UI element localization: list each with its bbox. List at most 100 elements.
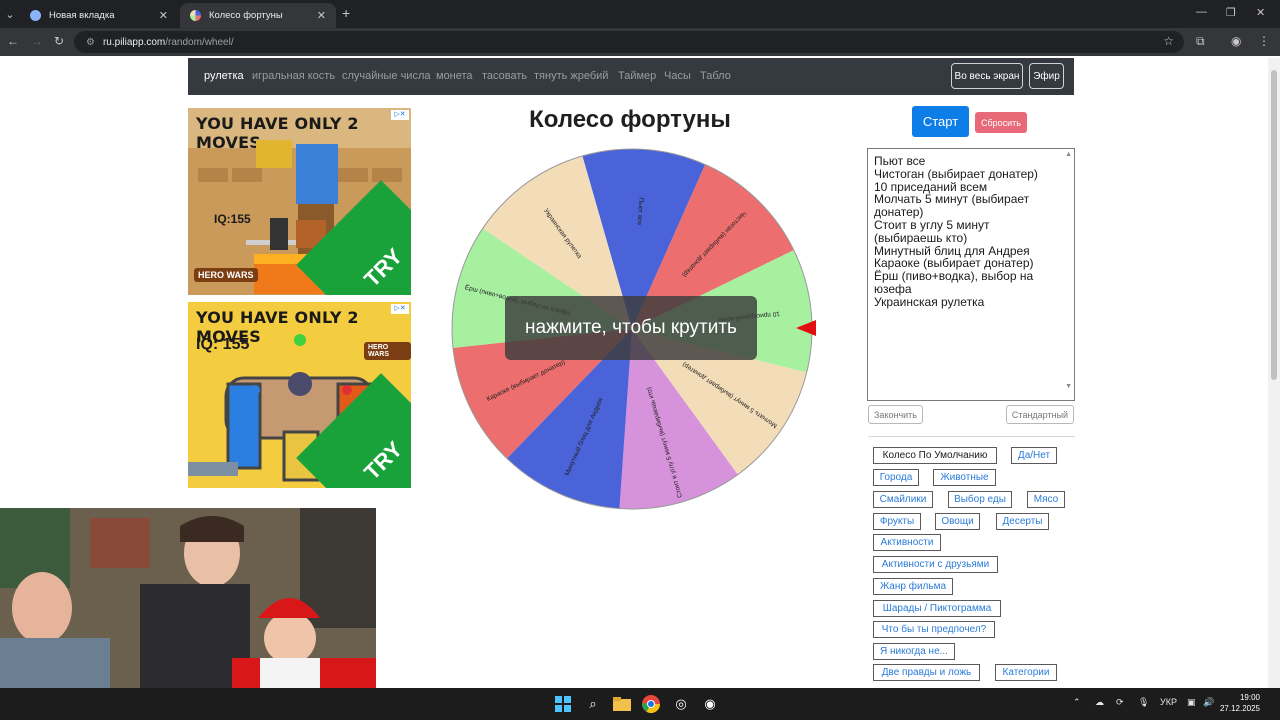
nav-item-clock[interactable]: Часы xyxy=(664,70,691,82)
fullscreen-button[interactable]: Во весь экран xyxy=(951,63,1023,89)
clock-time: 19:00 xyxy=(1239,693,1260,702)
standard-button[interactable]: Стандартный xyxy=(1006,405,1074,424)
reset-button[interactable]: Сбросить xyxy=(975,112,1027,133)
tab-title: Новая вкладка xyxy=(49,10,115,21)
webcam-overlay xyxy=(0,508,376,688)
back-icon[interactable]: ← xyxy=(7,34,19,48)
forward-icon[interactable]: → xyxy=(31,34,43,48)
spin-prompt[interactable]: нажмите, чтобы крутить xyxy=(505,296,757,360)
entry-line: Чистоган (выбирает донатер) xyxy=(874,166,1038,181)
chrome-icon[interactable] xyxy=(641,694,661,714)
ad-logo: HERO WARS xyxy=(194,268,258,282)
scrollbar-thumb[interactable] xyxy=(1271,70,1277,380)
minimize-icon[interactable]: — xyxy=(1196,6,1207,18)
preset-button[interactable]: Колесо По Умолчанию xyxy=(873,447,997,464)
file-explorer-icon[interactable] xyxy=(612,694,632,714)
address-bar-row: ← → ↻ ⚙ ru.piliapp.com/random/wheel/ ☆ ⧉… xyxy=(0,28,1280,56)
ad-iq: IQ:155 xyxy=(214,212,251,226)
site-info-icon[interactable]: ⚙ xyxy=(86,37,95,48)
tab-new-tab[interactable]: Новая вкладка ✕ xyxy=(20,3,178,28)
windows-start-icon[interactable] xyxy=(553,694,573,714)
microphone-icon[interactable]: 🎙 xyxy=(1138,697,1149,708)
nav-item-random-numbers[interactable]: случайные числа xyxy=(342,70,430,82)
preset-button[interactable]: Категории xyxy=(995,664,1057,681)
start-button[interactable]: Старт xyxy=(912,106,969,137)
piliapp-icon xyxy=(190,10,201,21)
ad-banner-1[interactable]: ▷✕ YOU HAVE ONLY 2 MOVES IQ:155 HERO WAR… xyxy=(188,108,411,295)
preset-button[interactable]: Активности с друзьями xyxy=(873,556,998,573)
new-tab-icon[interactable]: + xyxy=(342,5,350,21)
volume-icon[interactable]: 🔊 xyxy=(1203,697,1214,708)
network-icon[interactable]: ▣ xyxy=(1187,697,1196,708)
wheel-title: Колесо фортуны xyxy=(529,106,731,133)
ad-banner-2[interactable]: ▷✕ YOU HAVE ONLY 2 MOVES IQ: 155 HERO WA… xyxy=(188,302,411,488)
obs-icon[interactable]: ◉ xyxy=(700,694,720,714)
nav-item-roulette[interactable]: рулетка xyxy=(204,70,244,82)
entry-line: (выбираешь кто) xyxy=(874,230,968,245)
ad-logo: HERO WARS xyxy=(364,342,411,360)
ad-iq: IQ: 155 xyxy=(196,336,250,353)
reload-icon[interactable]: ↻ xyxy=(54,34,64,48)
preset-button[interactable]: Да/Нет xyxy=(1011,447,1057,464)
preset-button[interactable]: Мясо xyxy=(1027,491,1065,508)
page-scrollbar[interactable] xyxy=(1268,58,1280,688)
preset-button[interactable]: Жанр фильма xyxy=(873,578,953,595)
site-navbar: рулетка игральная кость случайные числа … xyxy=(188,58,1074,95)
tab-strip: ⌄ Новая вкладка ✕ Колесо фортуны ✕ + — ❐… xyxy=(0,0,1280,28)
entry-line: Пьют все xyxy=(874,154,926,168)
cloud-icon[interactable]: ☁ xyxy=(1095,697,1104,708)
entries-textarea[interactable]: Пьют все Чистоган (выбирает донатер) 10 пр… xyxy=(867,148,1075,401)
preset-button[interactable]: Фрукты xyxy=(873,513,921,530)
finish-button[interactable]: Закончить xyxy=(868,405,923,424)
taskbar: ⌕ ◎ ◉ ⌃ ☁ ⟳ 🎙 УКР ▣ 🔊 19:00 27.12.2025 xyxy=(0,688,1280,720)
globe-icon xyxy=(30,10,41,21)
nav-item-shuffle[interactable]: тасовать xyxy=(482,70,527,82)
broadcast-button[interactable]: Эфир xyxy=(1029,63,1064,89)
system-clock[interactable]: 19:00 27.12.2025 xyxy=(1220,692,1260,714)
close-icon[interactable]: ✕ xyxy=(317,9,326,22)
preset-button[interactable]: Десерты xyxy=(996,513,1049,530)
nav-item-coin[interactable]: монета xyxy=(436,70,473,82)
profile-icon[interactable]: ◉ xyxy=(1231,34,1241,48)
preset-button[interactable]: Города xyxy=(873,469,919,486)
star-icon[interactable]: ☆ xyxy=(1163,34,1174,48)
divider xyxy=(868,436,1075,437)
menu-icon[interactable]: ⋮ xyxy=(1258,34,1270,48)
maximize-icon[interactable]: ❐ xyxy=(1226,6,1236,19)
entry-line: юзефа xyxy=(874,281,912,296)
close-icon[interactable]: ✕ xyxy=(159,9,168,22)
window-close-icon[interactable]: ✕ xyxy=(1256,6,1265,19)
language-indicator[interactable]: УКР xyxy=(1160,697,1177,707)
preset-button[interactable]: Овощи xyxy=(935,513,980,530)
tab-title: Колесо фортуны xyxy=(209,10,283,21)
preset-button[interactable]: Животные xyxy=(933,469,996,486)
entry-line: Украинская рулетка xyxy=(874,294,985,309)
preset-button[interactable]: Выбор еды xyxy=(948,491,1012,508)
url-site: ru.piliapp.com xyxy=(102,36,166,48)
tab-search-icon[interactable]: ⌄ xyxy=(0,4,20,24)
scroll-up-icon[interactable]: ▲ xyxy=(1065,151,1072,158)
scroll-down-icon[interactable]: ▼ xyxy=(1065,383,1072,390)
nav-item-dice[interactable]: игральная кость xyxy=(252,70,335,82)
clock-date: 27.12.2025 xyxy=(1219,704,1260,713)
sync-icon[interactable]: ⟳ xyxy=(1116,697,1124,708)
url-path: /random/wheel/ xyxy=(165,36,234,48)
preset-button[interactable]: Что бы ты предпочел? xyxy=(873,621,995,638)
preset-button[interactable]: Две правды и ложь xyxy=(873,664,980,681)
extensions-icon[interactable]: ⧉ xyxy=(1196,34,1205,49)
entry-line: Стоит в углу 5 минут xyxy=(874,217,990,232)
address-input[interactable]: ⚙ ru.piliapp.com/random/wheel/ ☆ xyxy=(74,31,1184,53)
preset-button[interactable]: Шарады / Пиктограмма xyxy=(873,600,1001,617)
chevron-up-icon[interactable]: ⌃ xyxy=(1073,697,1081,708)
wheel-pointer-icon xyxy=(796,320,816,336)
preset-button[interactable]: Активности xyxy=(873,534,941,551)
webcam-video xyxy=(0,508,376,688)
nav-item-draw-lots[interactable]: тянуть жребий xyxy=(534,70,608,82)
app-icon[interactable]: ◎ xyxy=(671,694,691,714)
search-icon[interactable]: ⌕ xyxy=(583,694,603,714)
tab-wheel[interactable]: Колесо фортуны ✕ xyxy=(180,3,336,28)
nav-item-scoreboard[interactable]: Табло xyxy=(700,70,731,82)
nav-item-timer[interactable]: Таймер xyxy=(618,70,656,82)
preset-button[interactable]: Я никогда не... xyxy=(873,643,955,660)
preset-button[interactable]: Смайлики xyxy=(873,491,933,508)
